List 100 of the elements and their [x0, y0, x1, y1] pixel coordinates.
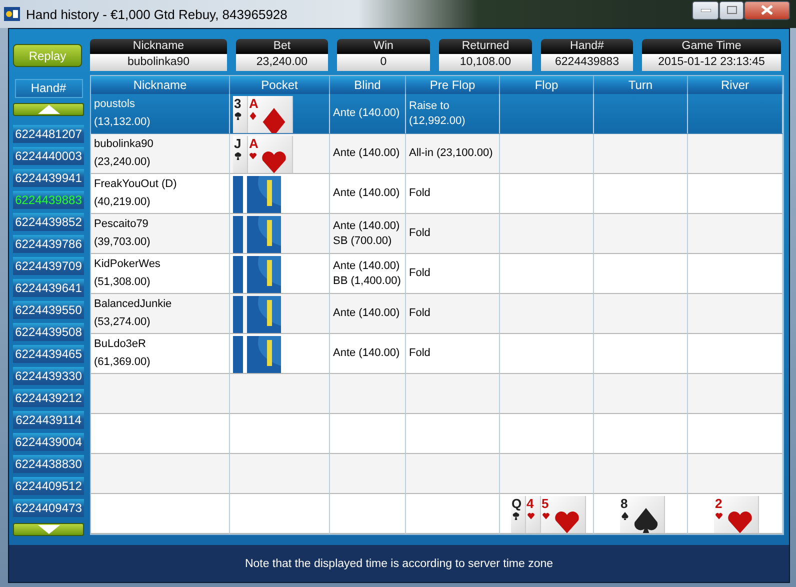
suit-icon: [620, 512, 628, 520]
column-header: Nickname: [91, 76, 230, 94]
hand-list-item[interactable]: 6224439852: [13, 213, 84, 231]
summary-label: Bet: [236, 39, 328, 54]
blind-text: Ante (140.00): [333, 258, 401, 274]
scroll-down-button[interactable]: [13, 523, 84, 536]
hand-list-item[interactable]: 6224438830: [13, 455, 84, 473]
action-text: Fold: [409, 186, 432, 201]
card-back: [233, 176, 243, 213]
hand-list-header: Hand#: [14, 79, 82, 98]
player-nickname: BalancedJunkie: [94, 297, 173, 312]
summary-label: Returned: [439, 39, 532, 54]
card-rank: J: [234, 136, 242, 151]
window-title: Hand history - €1,000 Gtd Rebuy, 843965928: [26, 6, 288, 22]
card-rank: A: [249, 96, 258, 111]
card-back: [247, 256, 281, 293]
app-icon: [4, 7, 20, 21]
card-rank: Q: [512, 496, 522, 511]
summary-value: 23,240.00: [236, 54, 328, 71]
summary-label: Nickname: [90, 39, 227, 54]
player-stack: (39,703.00): [94, 235, 152, 250]
action-text: Raise to (12,992.00): [409, 98, 466, 128]
blind-text: Ante (140.00): [333, 306, 401, 321]
player-stack: (23,240.00): [94, 155, 152, 170]
blind-text: BB (1,400.00): [333, 274, 402, 288]
card-back: [233, 336, 243, 373]
card-back: [247, 176, 281, 213]
hand-list-item[interactable]: 6224409512: [13, 477, 84, 495]
player-nickname: poustols: [94, 97, 136, 112]
up-arrow-icon: [38, 105, 60, 114]
column-header: Blind: [330, 76, 406, 94]
column-header: River: [688, 76, 783, 94]
hand-list-item[interactable]: 6224439709: [13, 257, 84, 275]
card-back: [233, 216, 243, 253]
card-back: [233, 296, 243, 333]
summary-label: Hand#: [541, 39, 633, 54]
player-stack: (53,274.00): [94, 315, 152, 330]
action-text: All-in (23,100.00): [409, 146, 494, 161]
column-header: Flop: [500, 76, 594, 94]
summary-value: 6224439883: [541, 54, 633, 71]
card-rank: A: [249, 136, 258, 151]
player-stack: (51,308.00): [94, 275, 152, 290]
summary-value: 0: [337, 54, 430, 71]
card-back: [247, 216, 281, 253]
action-text: Fold: [409, 226, 432, 241]
hand-list-item[interactable]: 6224439004: [13, 433, 84, 451]
minimize-button[interactable]: [692, 0, 719, 20]
player-nickname: KidPokerWes: [94, 257, 162, 272]
card-back: [247, 336, 281, 373]
hand-list-item[interactable]: 6224409473: [13, 499, 84, 517]
summary-label: Win: [337, 39, 430, 54]
action-text: Fold: [409, 266, 432, 281]
hand-list-item[interactable]: 6224439641: [13, 279, 84, 297]
blind-text: Ante (140.00): [333, 186, 401, 201]
hand-list-item[interactable]: 6224481207: [13, 125, 84, 143]
blind-text: Ante (140.00): [333, 106, 401, 121]
player-nickname: Pescaito79: [94, 217, 150, 232]
minimize-icon: [700, 8, 710, 12]
card-back: [247, 296, 281, 333]
action-text: Fold: [409, 306, 432, 321]
summary-label: Game Time: [642, 39, 781, 54]
card-rank: 5: [542, 496, 549, 511]
player-nickname: BuLdo3eR: [94, 337, 147, 352]
card-back: [233, 256, 243, 293]
column-header: Turn: [594, 76, 688, 94]
scroll-up-button[interactable]: [13, 103, 84, 116]
suit-icon: [715, 512, 723, 520]
blind-text: Ante (140.00): [333, 146, 401, 161]
hand-list-item[interactable]: 6224439465: [13, 345, 84, 363]
column-header: Pre Flop: [406, 76, 500, 94]
player-stack: (40,219.00): [94, 195, 152, 210]
column-header: Pocket: [230, 76, 330, 94]
blind-text: Ante (140.00): [333, 218, 401, 234]
summary-value: bubolinka90: [90, 54, 227, 71]
hand-list-item[interactable]: 6224439212: [13, 389, 84, 407]
hand-list-item[interactable]: 6224439883: [13, 191, 84, 209]
hand-list-item[interactable]: 6224439786: [13, 235, 84, 253]
maximize-button[interactable]: [719, 0, 744, 20]
player-nickname: bubolinka90: [94, 137, 154, 152]
player-nickname: FreakYouOut (D): [94, 177, 178, 192]
maximize-icon: [726, 6, 736, 14]
footer-note: Note that the displayed time is according to server time zone: [244, 558, 554, 570]
card-rank: 8: [620, 496, 628, 511]
action-text: Fold: [409, 346, 432, 361]
player-stack: (61,369.00): [94, 355, 152, 370]
summary-value: 2015-01-12 23:13:45: [642, 54, 781, 71]
card-rank: 4: [526, 496, 534, 511]
hand-list-item[interactable]: 6224440003: [13, 147, 84, 165]
card-rank: 3: [234, 96, 242, 111]
blind-text: SB (700.00): [333, 234, 393, 248]
hand-list-item[interactable]: 6224439941: [13, 169, 84, 187]
hand-list-item[interactable]: 6224439330: [13, 367, 84, 385]
hand-list-item[interactable]: 6224439114: [13, 411, 84, 429]
hand-list-item[interactable]: 6224439508: [13, 323, 84, 341]
hand-list-item[interactable]: 6224439550: [13, 301, 84, 319]
down-arrow-icon: [38, 525, 60, 534]
close-button[interactable]: [744, 0, 790, 20]
summary-value: 10,108.00: [439, 54, 532, 71]
card-rank: 2: [715, 496, 722, 511]
suit-icon: [632, 508, 660, 533]
